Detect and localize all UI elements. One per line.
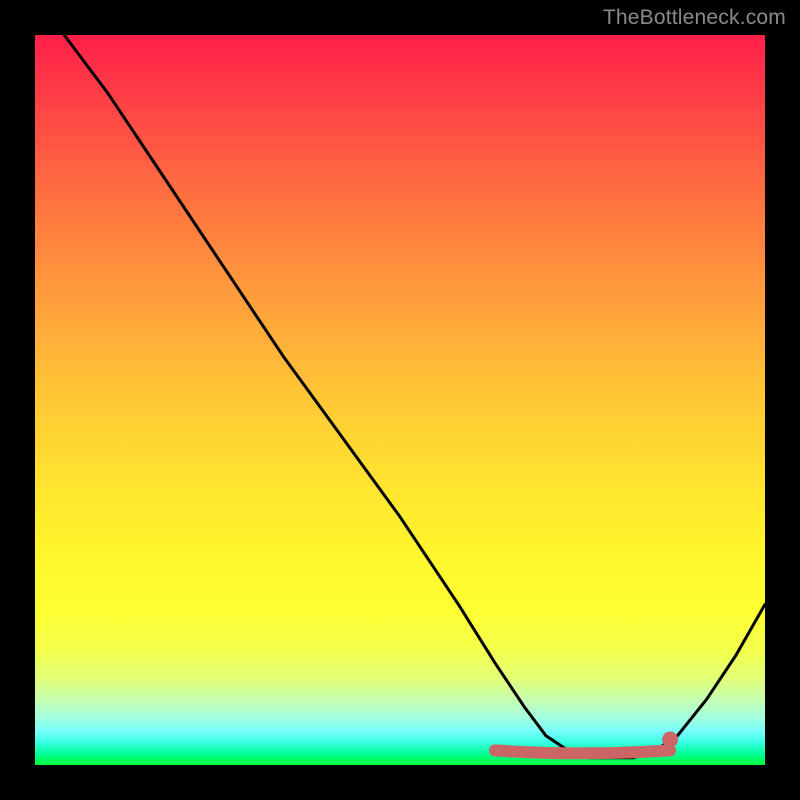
optimal-point-marker — [662, 732, 678, 748]
optimal-range-band — [495, 750, 670, 753]
bottleneck-curve — [64, 35, 765, 758]
chart-svg — [35, 35, 765, 765]
highlight-layer — [495, 732, 678, 754]
plot-area — [35, 35, 765, 765]
chart-frame: TheBottleneck.com — [0, 0, 800, 800]
watermark-text: TheBottleneck.com — [603, 6, 786, 30]
curve-layer — [64, 35, 765, 758]
